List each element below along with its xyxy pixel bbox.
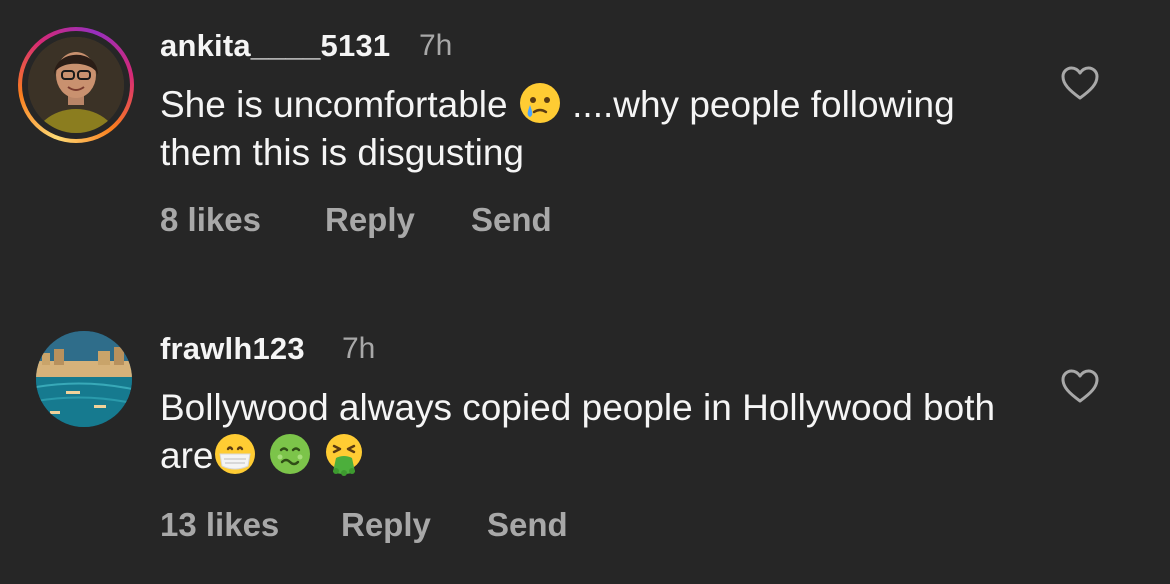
avatar-photo xyxy=(36,331,132,427)
comment-timestamp: 7h xyxy=(419,29,453,62)
avatar-image xyxy=(28,37,124,133)
comment: frawlh123 7h Bollywood always copied peo… xyxy=(0,300,1170,584)
face-vomiting-icon xyxy=(326,434,363,476)
avatar-photo xyxy=(28,37,124,133)
comment-timestamp: 7h xyxy=(342,332,376,365)
nauseated-face-icon xyxy=(269,434,310,474)
comment-text-part: She is uncomfortable xyxy=(160,84,518,125)
likes-count[interactable]: 13 likes xyxy=(160,506,279,544)
avatar[interactable] xyxy=(36,331,132,427)
avatar-image xyxy=(36,331,132,427)
face-with-medical-mask-icon xyxy=(215,434,256,474)
comment-username[interactable]: frawlh123 xyxy=(160,331,305,367)
heart-outline-icon[interactable] xyxy=(1060,65,1100,101)
heart-outline-icon[interactable] xyxy=(1060,368,1100,404)
reply-button[interactable]: Reply xyxy=(341,506,431,544)
face-holding-back-tears-icon xyxy=(519,83,560,123)
comment-text: She is uncomfortable ....why people foll… xyxy=(160,81,1040,177)
comment-text: Bollywood always copied people in Hollyw… xyxy=(160,384,1040,480)
avatar[interactable] xyxy=(18,27,134,143)
likes-count[interactable]: 8 likes xyxy=(160,201,261,239)
comment-username[interactable]: ankita____5131 xyxy=(160,28,390,64)
comment: ankita____5131 7h She is uncomfortable .… xyxy=(0,0,1170,290)
send-button[interactable]: Send xyxy=(487,506,568,544)
send-button[interactable]: Send xyxy=(471,201,552,239)
reply-button[interactable]: Reply xyxy=(325,201,415,239)
